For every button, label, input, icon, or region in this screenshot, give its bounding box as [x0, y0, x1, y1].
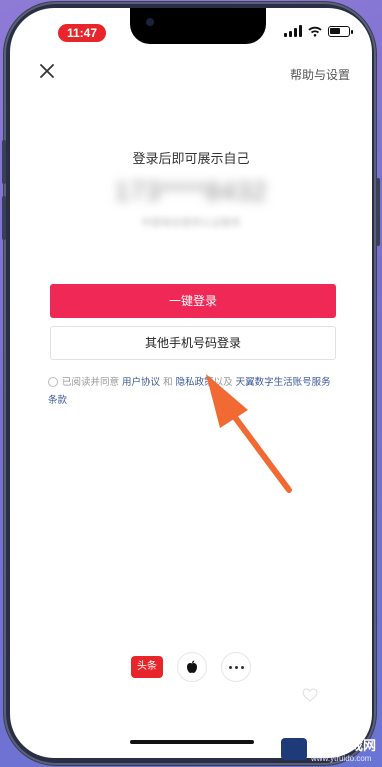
home-indicator — [130, 740, 254, 744]
carrier-note: 中国电信提供认证服务 — [141, 218, 241, 229]
status-bar: 11:47 — [10, 8, 372, 52]
signal-icon — [284, 25, 302, 37]
more-login-options-button[interactable] — [221, 652, 251, 682]
third-party-login: 头条 — [10, 652, 372, 682]
status-icons — [284, 24, 353, 38]
privacy-policy-link[interactable]: 隐私政策 — [176, 377, 214, 388]
heart-icon — [302, 688, 318, 702]
watermark: 锐得游戏网 www.ytruido.com — [280, 735, 376, 763]
agreement-text: 已阅读并同意 用户协议 和 隐私政策以及 天翼数字生活账号服务条款 — [48, 374, 338, 410]
masked-phone-number: 173****8432 — [114, 176, 268, 206]
battery-icon — [328, 25, 353, 37]
watermark-title: 锐得游戏网 — [310, 739, 376, 754]
phone-screen: 11:47 帮助与设置 登录后即可展示自己 173****8432 中国电信提供… — [10, 8, 372, 758]
login-subtitle: 登录后即可展示自己 — [132, 152, 250, 167]
other-phone-login-button[interactable]: 其他手机号码登录 — [50, 326, 336, 360]
notch — [130, 8, 266, 44]
power-button — [376, 178, 380, 246]
one-click-login-button[interactable]: 一键登录 — [50, 284, 336, 318]
user-agreement-link[interactable]: 用户协议 — [122, 377, 160, 388]
watermark-url: www.ytruido.com — [310, 754, 372, 763]
wifi-icon — [308, 26, 322, 37]
close-icon[interactable] — [36, 60, 58, 82]
more-icon — [228, 665, 244, 669]
volume-button — [2, 196, 6, 240]
apple-icon — [187, 660, 197, 673]
agreement-prefix: 已阅读并同意 — [62, 377, 123, 388]
camera-icon — [146, 18, 154, 26]
watermark-logo-icon — [280, 738, 307, 760]
toutiao-login-button[interactable]: 头条 — [131, 656, 163, 678]
agreement-and: 和 — [160, 377, 176, 388]
agreement-checkbox[interactable] — [48, 377, 58, 387]
help-settings-link[interactable]: 帮助与设置 — [290, 66, 350, 83]
status-time: 11:47 — [58, 24, 106, 42]
volume-button — [2, 140, 6, 184]
watermark-text: 锐得游戏网 www.ytruido.com — [311, 735, 376, 763]
agreement-connector: 以及 — [213, 377, 236, 388]
apple-login-button[interactable] — [177, 652, 207, 682]
